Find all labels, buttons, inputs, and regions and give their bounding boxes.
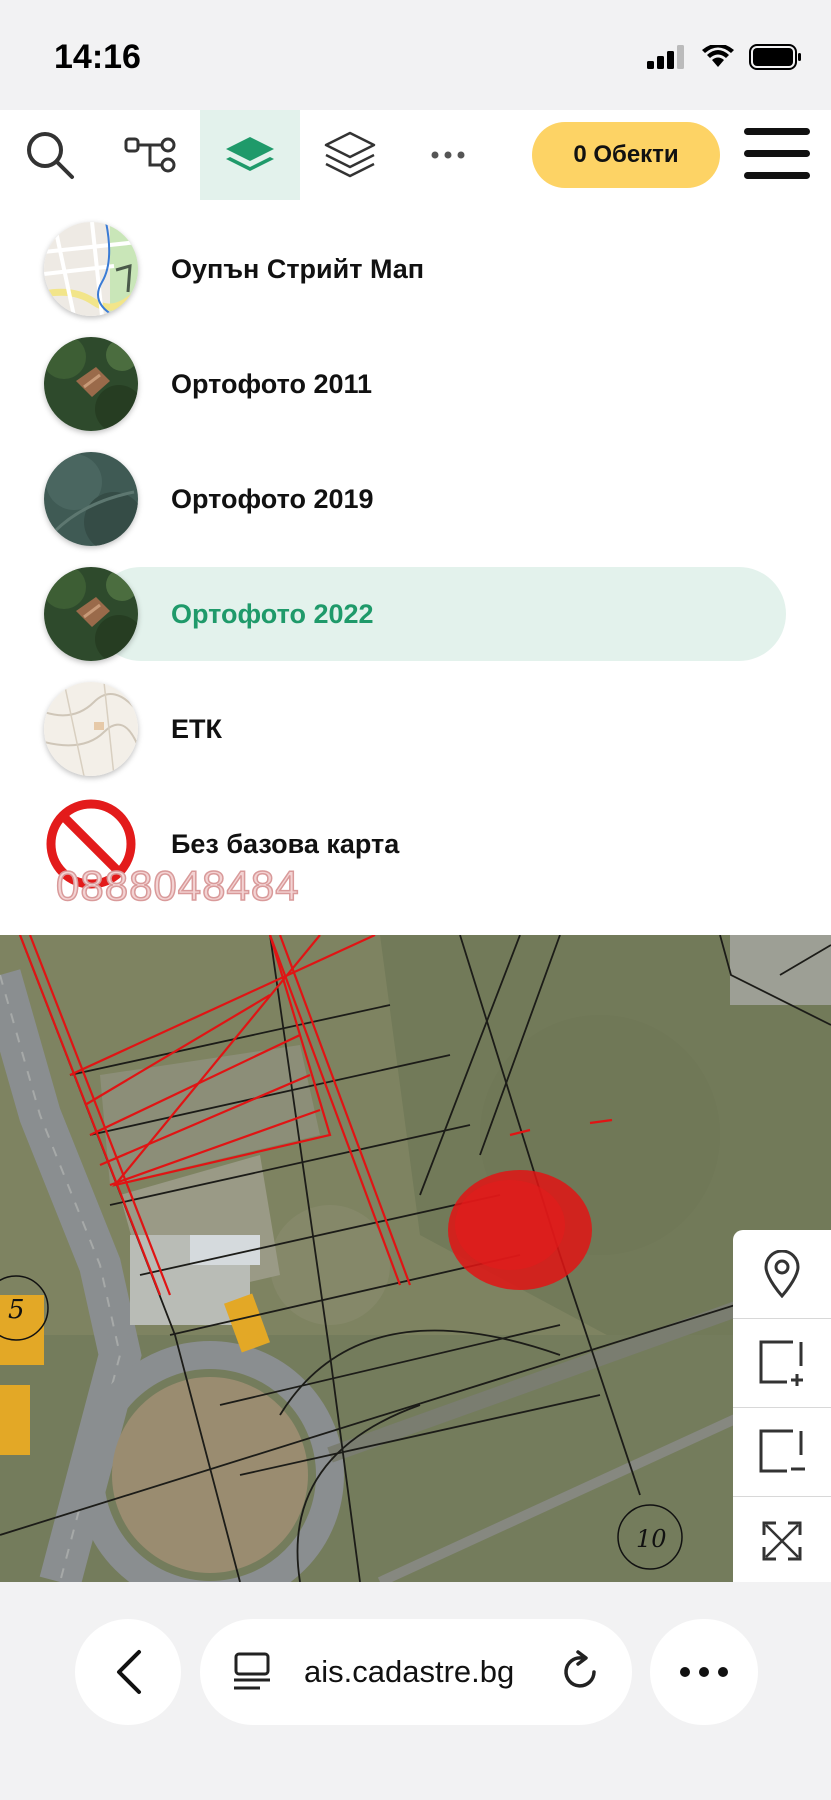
basemap-item-osm[interactable]: Оупън Стрийт Мап <box>44 222 786 316</box>
browser-more-button[interactable] <box>650 1619 758 1725</box>
objects-button[interactable]: 0 Обекти <box>532 122 720 188</box>
basemap-label: Ортофото 2019 <box>171 484 374 514</box>
search-button[interactable] <box>0 110 100 200</box>
phone-watermark: 0888048484 <box>55 861 300 910</box>
basemap-menu: Оупън Стрийт Мап Ортофото 2011 Ортофото … <box>0 200 831 935</box>
zoom-in-button[interactable] <box>733 1319 831 1408</box>
locate-button[interactable] <box>733 1230 831 1319</box>
orthophoto-thumbnail <box>44 452 138 546</box>
zoom-out-box-icon <box>759 1429 805 1473</box>
basemap-label: Ортофото 2011 <box>171 369 373 399</box>
more-horizontal-icon <box>680 1667 728 1677</box>
map-controls <box>733 1230 831 1582</box>
status-bar: 14:16 <box>0 0 831 110</box>
fullscreen-button[interactable] <box>733 1497 831 1585</box>
page-menu-icon <box>234 1652 270 1690</box>
layers-filled-icon <box>226 137 274 171</box>
back-button[interactable] <box>75 1619 181 1725</box>
expand-icon <box>762 1521 802 1561</box>
zoom-in-box-icon <box>759 1340 803 1386</box>
status-icons <box>647 44 803 70</box>
orthophoto-thumbnail <box>44 337 138 431</box>
basemap-label: ЕТК <box>171 714 222 744</box>
reload-icon[interactable] <box>558 1650 602 1694</box>
basemap-label: Оупън Стрийт Мап <box>171 254 425 284</box>
more-tools-button[interactable] <box>400 110 496 200</box>
basemap-item-ortho-2022[interactable]: Ортофото 2022 <box>44 567 786 661</box>
chevron-left-icon <box>117 1650 141 1694</box>
street-map-thumbnail <box>44 222 138 316</box>
url-text: ais.cadastre.bg <box>304 1654 515 1689</box>
menu-icon <box>744 128 810 135</box>
basemap-item-etk[interactable]: ЕТК <box>44 682 786 776</box>
basemap-item-ortho-2011[interactable]: Ортофото 2011 <box>44 337 786 431</box>
route-button[interactable] <box>100 110 200 200</box>
hamburger-menu-button[interactable] <box>744 128 810 180</box>
signal-icon <box>647 45 684 69</box>
more-horizontal-icon <box>431 151 465 159</box>
location-pin-icon <box>764 1250 800 1298</box>
layers-icon <box>324 131 376 178</box>
orthophoto-thumbnail <box>44 567 138 661</box>
map-canvas[interactable]: 5 10 <box>0 935 831 1582</box>
basemap-button[interactable] <box>200 110 300 200</box>
topo-map-thumbnail <box>44 682 138 776</box>
route-icon <box>124 137 176 173</box>
zoom-out-button[interactable] <box>733 1408 831 1497</box>
address-bar[interactable]: ais.cadastre.bg <box>200 1619 632 1725</box>
basemap-item-ortho-2019[interactable]: Ортофото 2019 <box>44 452 786 546</box>
basemap-label: Ортофото 2022 <box>171 599 374 629</box>
status-time: 14:16 <box>54 38 141 76</box>
wifi-icon <box>702 45 734 67</box>
search-icon <box>27 132 74 179</box>
browser-bar: ais.cadastre.bg <box>0 1582 831 1800</box>
layers-button[interactable] <box>300 110 400 200</box>
map-label-5: 5 <box>8 1295 25 1325</box>
battery-icon <box>749 44 801 70</box>
map-label-10: 10 <box>636 1525 667 1553</box>
